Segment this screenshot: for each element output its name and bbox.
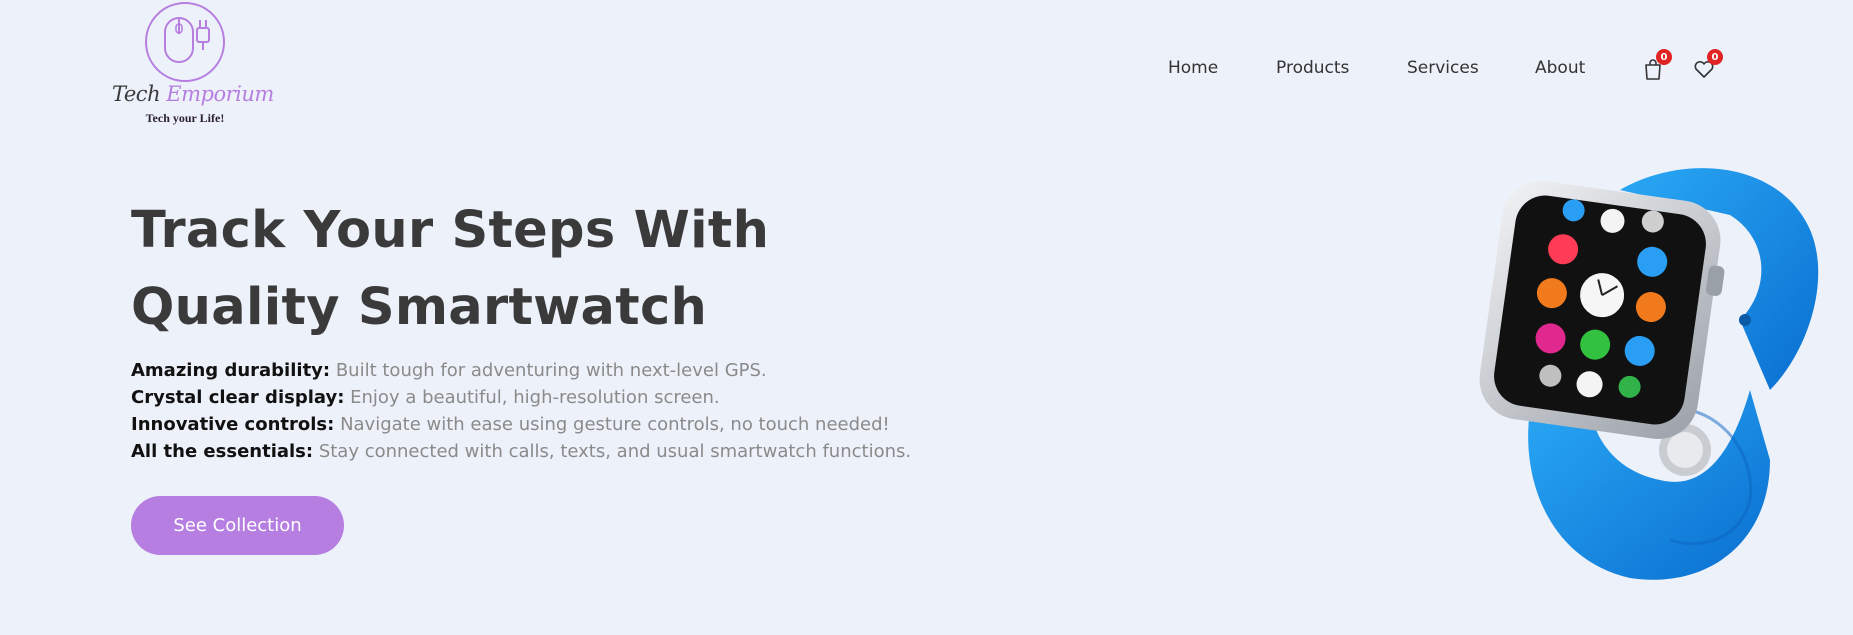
smartwatch-image	[1479, 168, 1819, 580]
feature-item: Crystal clear display: Enjoy a beautiful…	[131, 387, 720, 408]
cart-button[interactable]: 0	[1639, 49, 1672, 83]
cart-count-badge: 0	[1656, 49, 1672, 65]
nav-item-home[interactable]: Home	[1168, 58, 1218, 78]
hero-title: Track Your Steps With Quality Smartwatch	[131, 201, 770, 337]
see-collection-button[interactable]: See Collection	[131, 496, 344, 555]
nav-item-about[interactable]: About	[1535, 58, 1585, 78]
brand-logo[interactable]: Tech Emporium Tech your Life!	[112, 2, 274, 130]
wishlist-count-badge: 0	[1707, 49, 1723, 65]
feature-item: Amazing durability: Built tough for adve…	[131, 360, 767, 381]
wishlist-button[interactable]: 0	[1690, 49, 1723, 83]
mouse-plug-icon	[145, 2, 225, 82]
brand-name: Tech Emporium	[112, 82, 274, 106]
brand-tagline: Tech your Life!	[145, 111, 225, 125]
nav-item-products[interactable]: Products	[1276, 58, 1349, 78]
feature-list: Amazing durability: Built tough for adve…	[131, 357, 951, 465]
nav-item-services[interactable]: Services	[1407, 58, 1479, 78]
feature-item: All the essentials: Stay connected with …	[131, 441, 912, 462]
feature-item: Innovative controls: Navigate with ease …	[131, 414, 890, 435]
